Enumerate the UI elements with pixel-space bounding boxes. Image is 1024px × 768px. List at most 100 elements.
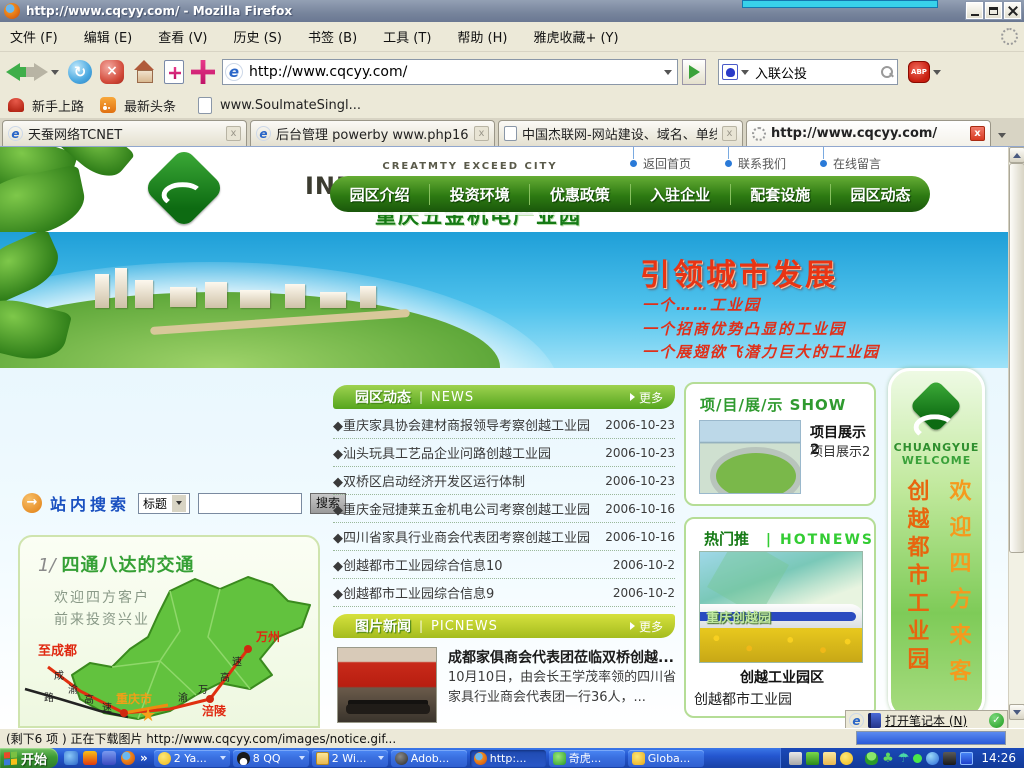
home-button[interactable] bbox=[132, 56, 156, 88]
nav-intro[interactable]: 园区介绍 bbox=[330, 184, 429, 205]
tab-label[interactable]: 后台管理 powerby www.php168.... bbox=[276, 124, 469, 143]
status-dot-icon[interactable] bbox=[913, 754, 922, 763]
open-notebook-link[interactable]: 打开笔记本 (N) bbox=[885, 712, 967, 729]
nav-environment[interactable]: 投资环境 bbox=[429, 184, 529, 205]
new-page-button[interactable] bbox=[164, 56, 184, 88]
hotnews-bold-caption[interactable]: 创越工业园区 bbox=[686, 667, 878, 687]
bookmark-getting-started[interactable]: 新手上路 bbox=[32, 96, 84, 115]
tab-1[interactable]: e 天蚕网络TCNET x bbox=[2, 120, 247, 146]
tab-close-icon[interactable]: x bbox=[722, 126, 737, 141]
search-engine-dropdown[interactable] bbox=[741, 70, 749, 75]
tab-list-dropdown[interactable] bbox=[998, 133, 1006, 138]
go-button[interactable] bbox=[682, 59, 706, 85]
umbrella-icon[interactable]: ☂ bbox=[898, 752, 910, 765]
forward-button[interactable] bbox=[34, 56, 48, 88]
url-dropdown[interactable] bbox=[664, 70, 672, 75]
mail-icon[interactable] bbox=[806, 752, 819, 765]
tab-label[interactable]: http://www.cqcyy.com/ bbox=[771, 126, 965, 141]
task-yahoo[interactable]: 2 Ya... bbox=[154, 750, 230, 767]
check-icon[interactable]: ✓ bbox=[989, 713, 1004, 728]
chevron-icon[interactable]: » bbox=[140, 751, 148, 765]
search-input[interactable]: 入联公投 bbox=[752, 63, 880, 82]
tab-close-icon[interactable]: x bbox=[970, 126, 985, 141]
task-firefox[interactable]: http:... bbox=[470, 750, 546, 767]
menu-edit[interactable]: 编辑 (E) bbox=[84, 27, 133, 46]
badge-3d-icon[interactable] bbox=[960, 752, 973, 765]
restore-button[interactable] bbox=[985, 2, 1002, 19]
tab-4-active[interactable]: http://www.cqcyy.com/ x bbox=[746, 120, 991, 146]
volume-icon[interactable] bbox=[943, 752, 956, 765]
ie-quicklaunch-icon[interactable] bbox=[64, 751, 78, 765]
menu-help[interactable]: 帮助 (H) bbox=[457, 27, 507, 46]
nav-news[interactable]: 园区动态 bbox=[830, 184, 930, 205]
link-message[interactable]: 在线留言 bbox=[820, 155, 881, 172]
tab-close-icon[interactable]: x bbox=[474, 126, 489, 141]
task-qihu[interactable]: 奇虎... bbox=[549, 750, 625, 767]
scroll-down-button[interactable] bbox=[1009, 704, 1024, 720]
picnews-more-link[interactable]: 更多 bbox=[630, 618, 663, 635]
forward-dropdown[interactable] bbox=[51, 70, 59, 75]
dropdown-icon[interactable] bbox=[378, 756, 384, 760]
network-globe-icon[interactable] bbox=[926, 752, 939, 765]
picnews-article-title[interactable]: 成都家俱商会代表团莅临双桥创越... bbox=[448, 647, 678, 667]
clover-icon[interactable]: ♣ bbox=[882, 752, 894, 765]
stop-button[interactable]: × bbox=[100, 56, 124, 88]
task-qq[interactable]: 8 QQ bbox=[233, 750, 309, 767]
menu-tools[interactable]: 工具 (T) bbox=[383, 27, 431, 46]
link-home[interactable]: 返回首页 bbox=[630, 155, 691, 172]
news-item[interactable]: ◆创越都市工业园综合信息92006-10-2 bbox=[333, 579, 675, 607]
tab-label[interactable]: 天蚕网络TCNET bbox=[28, 124, 221, 143]
adblock-dropdown[interactable] bbox=[933, 70, 941, 75]
link-contact[interactable]: 联系我们 bbox=[725, 155, 786, 172]
nav-facilities[interactable]: 配套设施 bbox=[730, 184, 830, 205]
search-field-select[interactable]: 标题 bbox=[138, 493, 190, 514]
start-button[interactable]: 开始 bbox=[0, 748, 58, 768]
search-box[interactable]: 入联公投 bbox=[718, 59, 898, 85]
news-more-link[interactable]: 更多 bbox=[630, 389, 663, 406]
menu-bookmarks[interactable]: 书签 (B) bbox=[308, 27, 357, 46]
menu-file[interactable]: 文件 (F) bbox=[10, 27, 58, 46]
site-search-input[interactable] bbox=[198, 493, 302, 514]
close-button[interactable] bbox=[1004, 2, 1021, 19]
scroll-up-button[interactable] bbox=[1009, 147, 1024, 163]
hotnews-photo[interactable]: 重庆创越园 bbox=[699, 551, 863, 663]
flashget-icon[interactable] bbox=[83, 751, 97, 765]
user-icon[interactable] bbox=[865, 752, 878, 765]
dropdown-icon[interactable] bbox=[220, 756, 226, 760]
news-item[interactable]: ◆四川省家具行业商会代表团考察创越工业园2006-10-16 bbox=[333, 523, 675, 551]
bookmark-latest-headlines[interactable]: 最新头条 bbox=[124, 96, 176, 115]
news-item[interactable]: ◆重庆家具协会建材商报领导考察创越工业园2006-10-23 bbox=[333, 411, 675, 439]
bookmark-soulmate[interactable]: www.SoulmateSingl... bbox=[220, 98, 361, 113]
menu-yahoo[interactable]: 雅虎收藏+ (Y) bbox=[533, 27, 618, 46]
vertical-scrollbar[interactable] bbox=[1008, 147, 1024, 728]
reload-button[interactable]: ↻ bbox=[68, 56, 92, 88]
scroll-thumb[interactable] bbox=[1009, 163, 1024, 553]
adblock-icon[interactable]: ABP bbox=[908, 61, 930, 83]
news-item[interactable]: ◆双桥区启动经济开发区运行体制2006-10-23 bbox=[333, 467, 675, 495]
message-icon[interactable] bbox=[823, 752, 836, 765]
url-bar[interactable]: e http://www.cqcyy.com/ bbox=[222, 59, 678, 85]
tab-close-icon[interactable]: x bbox=[226, 126, 241, 141]
site-logo[interactable] bbox=[155, 159, 213, 217]
url-text[interactable]: http://www.cqcyy.com/ bbox=[243, 64, 661, 80]
news-item[interactable]: ◆重庆金冠捷莱五金机电公司考察创越工业园2006-10-16 bbox=[333, 495, 675, 523]
hotnews-caption[interactable]: 创越都市工业园 bbox=[694, 689, 792, 709]
show-photo[interactable] bbox=[699, 420, 801, 494]
task-global[interactable]: Globa... bbox=[628, 750, 704, 767]
menu-view[interactable]: 查看 (V) bbox=[158, 27, 207, 46]
media-player-icon[interactable] bbox=[102, 751, 116, 765]
nav-policy[interactable]: 优惠政策 bbox=[529, 184, 629, 205]
firefox-quicklaunch-icon[interactable] bbox=[121, 751, 135, 765]
add-button[interactable] bbox=[190, 56, 216, 88]
task-windows[interactable]: 2 Wi... bbox=[312, 750, 388, 767]
tab-label[interactable]: 中国杰联网-网站建设、域名、单线... bbox=[522, 124, 717, 143]
dropdown-icon[interactable] bbox=[299, 756, 305, 760]
task-adobe[interactable]: Adob... bbox=[391, 750, 467, 767]
tab-3[interactable]: 中国杰联网-网站建设、域名、单线... x bbox=[498, 120, 743, 146]
tab-2[interactable]: e 后台管理 powerby www.php168.... x bbox=[250, 120, 495, 146]
picnews-photo[interactable] bbox=[337, 647, 437, 723]
news-item[interactable]: ◆汕头玩具工艺品企业问路创越工业园2006-10-23 bbox=[333, 439, 675, 467]
back-button[interactable] bbox=[6, 56, 20, 88]
news-item[interactable]: ◆创越都市工业园综合信息102006-10-2 bbox=[333, 551, 675, 579]
ime-keyboard-icon[interactable] bbox=[789, 752, 802, 765]
